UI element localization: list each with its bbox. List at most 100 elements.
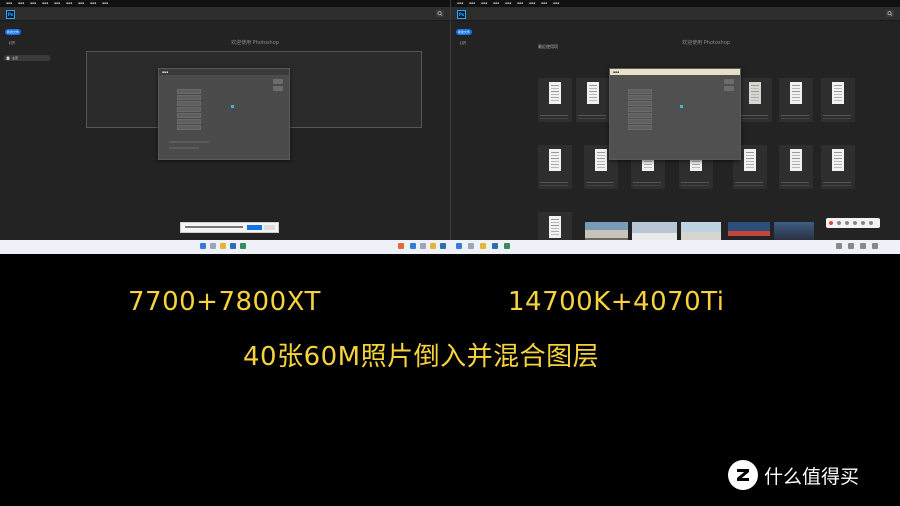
confirm-cancel-button[interactable] — [264, 225, 275, 230]
home-sidebar: 新建文件 打开 — [451, 21, 511, 240]
selection-marker — [231, 105, 234, 108]
menu-item[interactable]: ▪▪▪ — [553, 1, 559, 6]
open-link[interactable]: 打开 — [9, 41, 15, 45]
recent-file-thumbnail[interactable] — [821, 145, 855, 189]
photoshop-icon[interactable] — [440, 243, 446, 249]
confirm-ok-button[interactable] — [247, 225, 262, 230]
tray-icon[interactable] — [860, 243, 866, 249]
dialog-button[interactable] — [724, 79, 734, 84]
dialog-field[interactable] — [177, 89, 201, 94]
task-caption: 40张60M照片倒入并混合图层 — [243, 342, 600, 372]
menu-item[interactable]: ▪▪▪ — [90, 1, 96, 6]
menu-item[interactable]: ▪▪▪ — [54, 1, 60, 6]
dialog-field[interactable] — [628, 119, 652, 124]
dialog-option[interactable] — [169, 147, 199, 149]
menu-item[interactable]: ▪▪▪ — [457, 1, 463, 6]
dialog-option[interactable] — [169, 141, 209, 143]
tray-icon[interactable] — [848, 243, 854, 249]
dialog-field[interactable] — [628, 89, 652, 94]
dialog-field[interactable] — [628, 107, 652, 112]
search-button[interactable] — [886, 10, 894, 17]
recent-file-thumbnail[interactable] — [779, 145, 813, 189]
app-icon[interactable] — [504, 243, 510, 249]
start-icon[interactable] — [200, 243, 206, 249]
menu-item[interactable]: ▪▪▪ — [529, 1, 535, 6]
recent-photo-thumbnail[interactable] — [728, 222, 770, 240]
clock-icon[interactable] — [872, 243, 878, 249]
menu-item[interactable]: ▪▪▪ — [42, 1, 48, 6]
recent-file-thumbnail[interactable] — [738, 78, 772, 122]
dialog-field[interactable] — [177, 125, 201, 130]
right-config-caption: 14700K+4070Ti — [508, 287, 725, 317]
app-icon[interactable] — [240, 243, 246, 249]
new-file-button[interactable]: 新建文件 — [5, 29, 21, 35]
sidebar-item-home[interactable]: 主页 — [4, 55, 50, 61]
menu-item[interactable]: ▪▪▪ — [481, 1, 487, 6]
dialog-button[interactable] — [273, 79, 283, 84]
dialog-field[interactable] — [628, 95, 652, 100]
dialog-field[interactable] — [177, 95, 201, 100]
tray-icon[interactable] — [836, 243, 842, 249]
recent-photo-thumbnail[interactable] — [774, 222, 814, 240]
confirm-dialog — [180, 222, 279, 233]
photoshop-icon[interactable] — [492, 243, 498, 249]
recent-file-thumbnail[interactable] — [576, 78, 610, 122]
dialog-titlebar[interactable]: ▪▪▪ — [159, 69, 289, 75]
menu-item[interactable]: ▪▪▪ — [30, 1, 36, 6]
welcome-title: 欢迎使用 Photoshop — [231, 40, 279, 46]
recent-file-thumbnail[interactable] — [538, 145, 572, 189]
smzdm-logo-icon — [728, 460, 758, 490]
import-dialog: ▪▪▪ — [158, 68, 290, 160]
menu-item[interactable]: ▪▪▪ — [78, 1, 84, 6]
photoshop-icon[interactable] — [230, 243, 236, 249]
dialog-titlebar[interactable]: ▪▪▪ — [610, 69, 740, 75]
menu-item[interactable]: ▪▪▪ — [517, 1, 523, 6]
menu-item[interactable]: ▪▪▪ — [505, 1, 511, 6]
search-button[interactable] — [436, 10, 444, 17]
right-screen: ▪▪▪ ▪▪▪ ▪▪▪ ▪▪▪ ▪▪▪ ▪▪▪ ▪▪▪ ▪▪▪ ▪▪▪ Ps 新… — [450, 0, 900, 240]
recent-photo-thumbnail[interactable] — [585, 222, 628, 240]
recent-file-thumbnail[interactable] — [538, 78, 572, 122]
photoshop-logo-icon: Ps — [6, 10, 15, 19]
home-icon — [6, 56, 10, 60]
search-icon[interactable] — [468, 243, 474, 249]
dialog-field[interactable] — [177, 113, 201, 118]
notification-toast[interactable] — [826, 218, 880, 228]
menu-item[interactable]: ▪▪▪ — [493, 1, 499, 6]
start-icon[interactable] — [410, 243, 416, 249]
sidebar-item-label: 主页 — [12, 56, 19, 60]
dialog-field[interactable] — [177, 107, 201, 112]
menu-item[interactable]: ▪▪▪ — [6, 1, 12, 6]
menu-item[interactable]: ▪▪▪ — [541, 1, 547, 6]
dialog-field[interactable] — [177, 119, 201, 124]
dialog-button[interactable] — [724, 86, 734, 91]
recent-photo-thumbnail[interactable] — [632, 222, 677, 240]
dialog-field[interactable] — [177, 101, 201, 106]
menu-item[interactable]: ▪▪▪ — [469, 1, 475, 6]
recent-photo-thumbnail[interactable] — [681, 222, 721, 240]
import-dialog: ▪▪▪ — [609, 68, 741, 160]
menu-item[interactable]: ▪▪▪ — [102, 1, 108, 6]
left-screen: ▪▪▪ ▪▪▪ ▪▪▪ ▪▪▪ ▪▪▪ ▪▪▪ ▪▪▪ ▪▪▪ ▪▪▪ Ps 新… — [0, 0, 450, 240]
dialog-field[interactable] — [628, 125, 652, 130]
folder-icon[interactable] — [220, 243, 226, 249]
dialog-button[interactable] — [273, 86, 283, 91]
menu-item[interactable]: ▪▪▪ — [18, 1, 24, 6]
recent-file-thumbnail[interactable] — [779, 78, 813, 122]
start-icon[interactable] — [456, 243, 462, 249]
folder-icon[interactable] — [480, 243, 486, 249]
confirm-text — [185, 226, 243, 228]
open-link[interactable]: 打开 — [460, 41, 466, 45]
dialog-field[interactable] — [628, 113, 652, 118]
app-icon[interactable] — [398, 243, 404, 249]
dialog-field[interactable] — [628, 101, 652, 106]
menu-item[interactable]: ▪▪▪ — [66, 1, 72, 6]
menu-bar: ▪▪▪ ▪▪▪ ▪▪▪ ▪▪▪ ▪▪▪ ▪▪▪ ▪▪▪ ▪▪▪ ▪▪▪ — [451, 0, 900, 7]
folder-icon[interactable] — [430, 243, 436, 249]
search-icon[interactable] — [210, 243, 216, 249]
search-icon[interactable] — [420, 243, 426, 249]
watermark: 什么值得买 — [728, 460, 859, 490]
recent-file-thumbnail[interactable] — [538, 212, 572, 240]
recent-file-thumbnail[interactable] — [821, 78, 855, 122]
new-file-button[interactable]: 新建文件 — [456, 29, 472, 35]
